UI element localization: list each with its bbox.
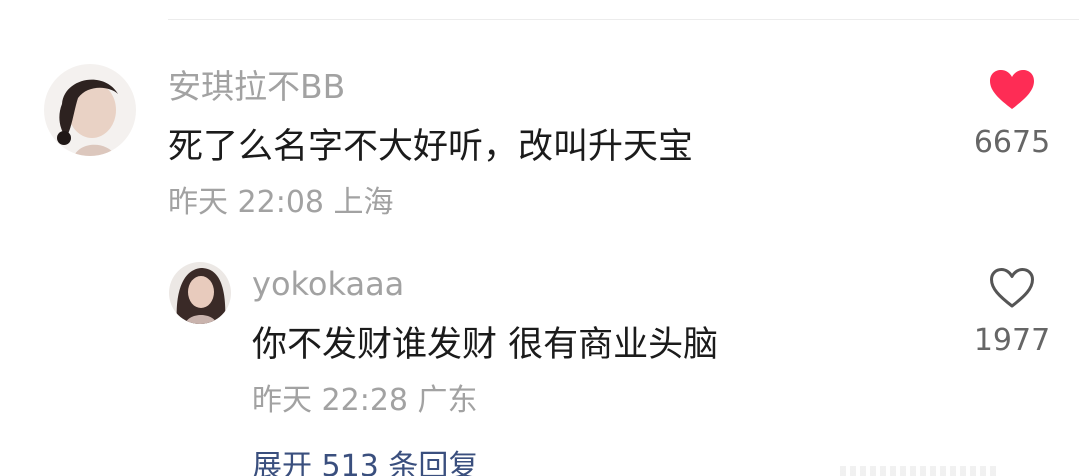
reply-location: 广东	[417, 383, 478, 418]
reply-meta: 昨天 22:28 广东	[252, 386, 478, 416]
avatar-image	[169, 262, 231, 324]
reply-time: 昨天 22:28	[252, 383, 408, 418]
avatar[interactable]	[44, 64, 136, 156]
comment-text: 死了么名字不大好听，改叫升天宝	[168, 127, 694, 167]
avatar[interactable]	[169, 262, 231, 324]
heart-outline-icon[interactable]	[989, 267, 1035, 309]
like-count: 1977	[973, 323, 1051, 358]
comment-section: 安琪拉不BB 死了么名字不大好听，改叫升天宝 昨天 22:08 上海 6675 …	[0, 0, 1079, 476]
expand-replies-link[interactable]: 展开 513 条回复	[252, 452, 478, 476]
comment-time: 昨天 22:08	[168, 185, 324, 220]
reply-text: 你不发财谁发财 很有商业头脑	[252, 325, 719, 365]
comment-location: 上海	[333, 185, 394, 220]
reply-username[interactable]: yokokaaa	[252, 268, 404, 300]
comment-meta: 昨天 22:08 上海	[168, 188, 394, 218]
watermark	[840, 466, 1000, 476]
comment-username[interactable]: 安琪拉不BB	[168, 70, 345, 103]
like-count: 6675	[973, 125, 1051, 160]
avatar-image	[44, 64, 136, 156]
heart-filled-icon[interactable]	[989, 69, 1035, 111]
divider	[168, 19, 1079, 20]
